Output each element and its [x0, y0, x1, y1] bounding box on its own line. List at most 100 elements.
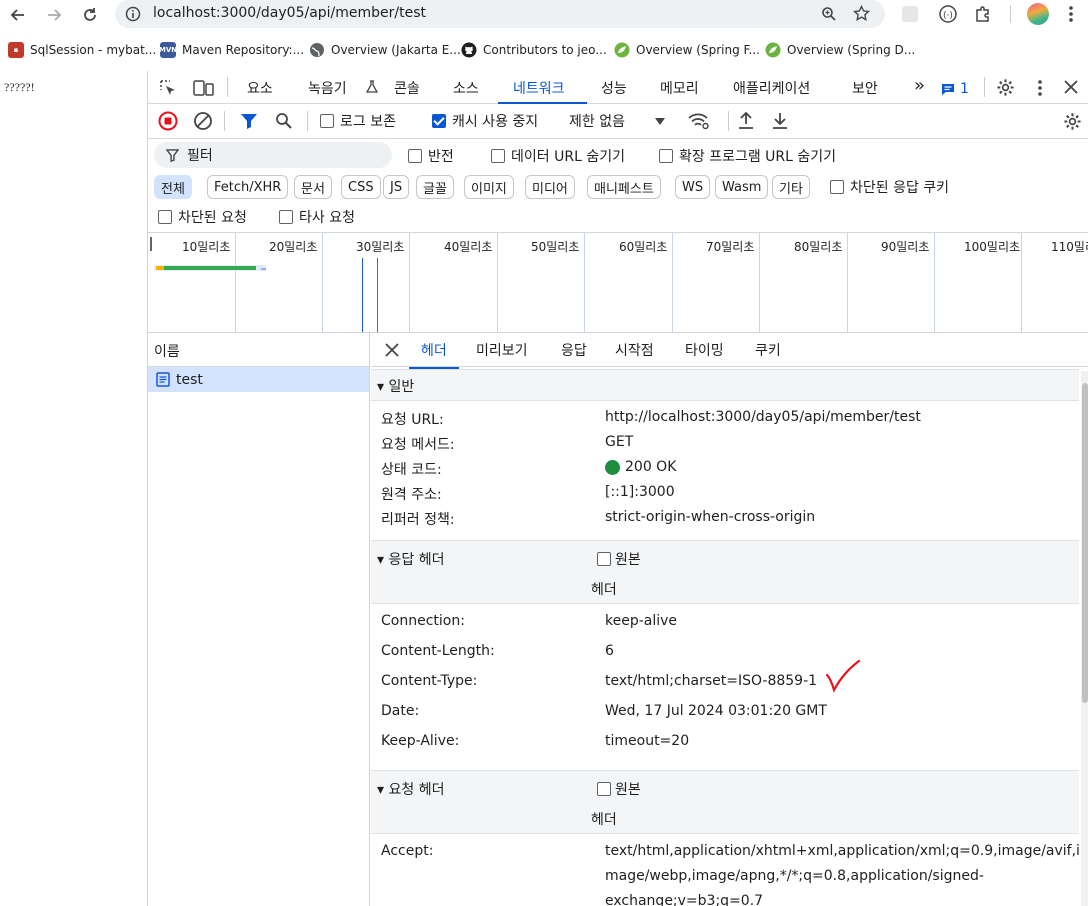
checkbox-box[interactable] — [491, 149, 505, 163]
network-toolbar: 로그 보존 캐시 사용 중지 제한 없음 — [148, 104, 1088, 139]
hide-data-urls-label: 데이터 URL 숨기기 — [511, 149, 625, 165]
tab-preview[interactable]: 미리보기 — [476, 340, 528, 360]
import-har-button[interactable] — [737, 111, 755, 130]
filter-placeholder: 필터 — [187, 148, 213, 164]
info-icon[interactable] — [125, 6, 141, 22]
inspect-element-button[interactable] — [159, 79, 177, 97]
request-headers-section-header[interactable]: ▾ 요청 헤더 — [371, 770, 1079, 834]
bookmark-item[interactable]: MVN Maven Repository:... — [159, 41, 304, 59]
third-party-requests-checkbox[interactable]: 타사 요청 — [279, 207, 355, 227]
extension-icon[interactable] — [902, 6, 918, 22]
checkbox-box[interactable] — [597, 782, 611, 796]
address-bar[interactable]: localhost:3000/day05/api/member/test — [115, 0, 885, 28]
tab-timing[interactable]: 타이밍 — [685, 340, 724, 360]
preserve-log-checkbox[interactable]: 로그 보존 — [320, 111, 396, 131]
record-stop-button[interactable] — [158, 111, 178, 131]
checkbox-box[interactable] — [597, 552, 611, 566]
request-row[interactable]: test — [148, 367, 369, 392]
timeline-waiting-bar — [156, 266, 164, 270]
forward-button[interactable] — [41, 3, 67, 27]
devtools-menu-button[interactable] — [1038, 80, 1042, 96]
checkbox-box[interactable] — [320, 114, 334, 128]
profile-avatar[interactable] — [1027, 3, 1049, 25]
type-chip-wasm[interactable]: Wasm — [715, 175, 769, 199]
hide-extension-urls-label: 확장 프로그램 URL 숨기기 — [679, 149, 837, 165]
blocked-response-cookies-checkbox[interactable]: 차단된 응답 쿠키 — [830, 177, 949, 197]
filter-input[interactable]: 필터 — [154, 142, 392, 168]
type-chip-css[interactable]: CSS — [341, 175, 381, 199]
response-raw-checkbox[interactable]: 원본 — [597, 549, 641, 569]
name-column-header[interactable]: 이름 — [148, 333, 369, 367]
header-key: 요청 URL: — [381, 412, 444, 428]
bookmark-star-icon[interactable] — [853, 5, 870, 22]
extension-circle-button[interactable]: (·) — [938, 4, 958, 24]
tab-recorder[interactable]: 녹음기 — [308, 78, 347, 98]
bookmark-item[interactable]: ▪ SqlSession - mybat... — [8, 41, 156, 59]
tab-sources[interactable]: 소스 — [453, 78, 479, 98]
network-settings-button[interactable] — [1063, 112, 1082, 131]
bookmark-item[interactable]: Overview (Spring D... — [765, 41, 915, 59]
back-button[interactable] — [5, 3, 31, 27]
type-chip-font[interactable]: 글꼴 — [416, 175, 454, 199]
tab-application[interactable]: 애플리케이션 — [733, 78, 810, 98]
tab-security[interactable]: 보안 — [852, 78, 878, 98]
timeline-gridline — [847, 233, 848, 332]
tab-elements[interactable]: 요소 — [247, 78, 273, 98]
response-headers-section-header[interactable]: ▾ 응답 헤더 — [371, 540, 1079, 604]
network-overview-timeline[interactable]: 10밀리초 20밀리초 30밀리초 40밀리초 50밀리초 60밀리초 70밀리… — [148, 232, 1088, 333]
clear-button[interactable] — [193, 111, 213, 131]
type-chip-js[interactable]: JS — [383, 175, 410, 199]
type-chip-img[interactable]: 이미지 — [464, 175, 514, 199]
type-chip-all[interactable]: 전체 — [154, 175, 192, 199]
issues-badge[interactable]: 1 — [941, 81, 969, 97]
details-scrollbar-thumb[interactable] — [1082, 383, 1088, 703]
checkbox-box[interactable] — [830, 180, 844, 194]
throttling-select[interactable]: 제한 없음 — [569, 111, 665, 131]
type-chip-fetch-xhr[interactable]: Fetch/XHR — [207, 175, 289, 199]
checkbox-box-checked[interactable] — [432, 114, 446, 128]
checkbox-box[interactable] — [659, 149, 673, 163]
bookmark-item[interactable]: Overview (Jakarta E... — [309, 41, 461, 59]
bookmark-item[interactable]: Overview (Spring F... — [614, 41, 760, 59]
tab-memory[interactable]: 메모리 — [660, 78, 699, 98]
tab-network[interactable]: 네트워크 — [513, 78, 565, 98]
tab-response[interactable]: 응답 — [561, 340, 587, 360]
tab-performance[interactable]: 성능 — [601, 78, 627, 98]
timeline-drag-handle[interactable] — [150, 237, 152, 251]
hide-extension-urls-checkbox[interactable]: 확장 프로그램 URL 숨기기 — [659, 146, 836, 166]
checkbox-box[interactable] — [408, 149, 422, 163]
disable-cache-checkbox[interactable]: 캐시 사용 중지 — [432, 111, 538, 131]
tab-cookies[interactable]: 쿠키 — [755, 340, 781, 360]
hide-data-urls-checkbox[interactable]: 데이터 URL 숨기기 — [491, 146, 625, 166]
filter-toggle-button[interactable] — [240, 112, 258, 130]
blocked-requests-checkbox[interactable]: 차단된 요청 — [158, 207, 247, 227]
tab-initiator[interactable]: 시작점 — [615, 340, 654, 360]
checkbox-box[interactable] — [158, 210, 172, 224]
close-details-button[interactable] — [385, 343, 399, 357]
invert-checkbox[interactable]: 반전 — [408, 146, 454, 166]
close-devtools-button[interactable] — [1064, 80, 1078, 94]
devtools-settings-button[interactable] — [996, 78, 1015, 97]
request-raw-checkbox[interactable]: 원본 — [597, 779, 641, 799]
export-har-button[interactable] — [771, 111, 789, 130]
device-toolbar-button[interactable] — [193, 79, 215, 97]
type-chip-ws[interactable]: WS — [675, 175, 711, 199]
tab-console[interactable]: 콘솔 — [394, 78, 420, 98]
zoom-icon[interactable] — [821, 6, 837, 22]
browser-menu-button[interactable] — [1069, 6, 1073, 22]
type-chip-doc[interactable]: 문서 — [294, 175, 332, 199]
blocked-response-cookies-label: 차단된 응답 쿠키 — [850, 180, 950, 196]
tab-headers[interactable]: 헤더 — [409, 340, 459, 369]
search-button[interactable] — [275, 112, 293, 130]
network-conditions-button[interactable] — [688, 112, 710, 130]
reload-button[interactable] — [77, 3, 103, 27]
checkbox-box[interactable] — [279, 210, 293, 224]
general-section-header[interactable]: ▾ 일반 — [371, 369, 1079, 401]
type-chip-manifest[interactable]: 매니페스트 — [587, 175, 661, 199]
extensions-button[interactable] — [974, 5, 992, 23]
type-chip-other[interactable]: 기타 — [772, 175, 810, 199]
bookmark-item[interactable]: Contributors to jeo... — [461, 41, 607, 59]
type-chip-media[interactable]: 미디어 — [525, 175, 575, 199]
bookmark-label: Overview (Spring D... — [787, 43, 916, 57]
more-tabs-button[interactable]: » — [914, 75, 925, 96]
